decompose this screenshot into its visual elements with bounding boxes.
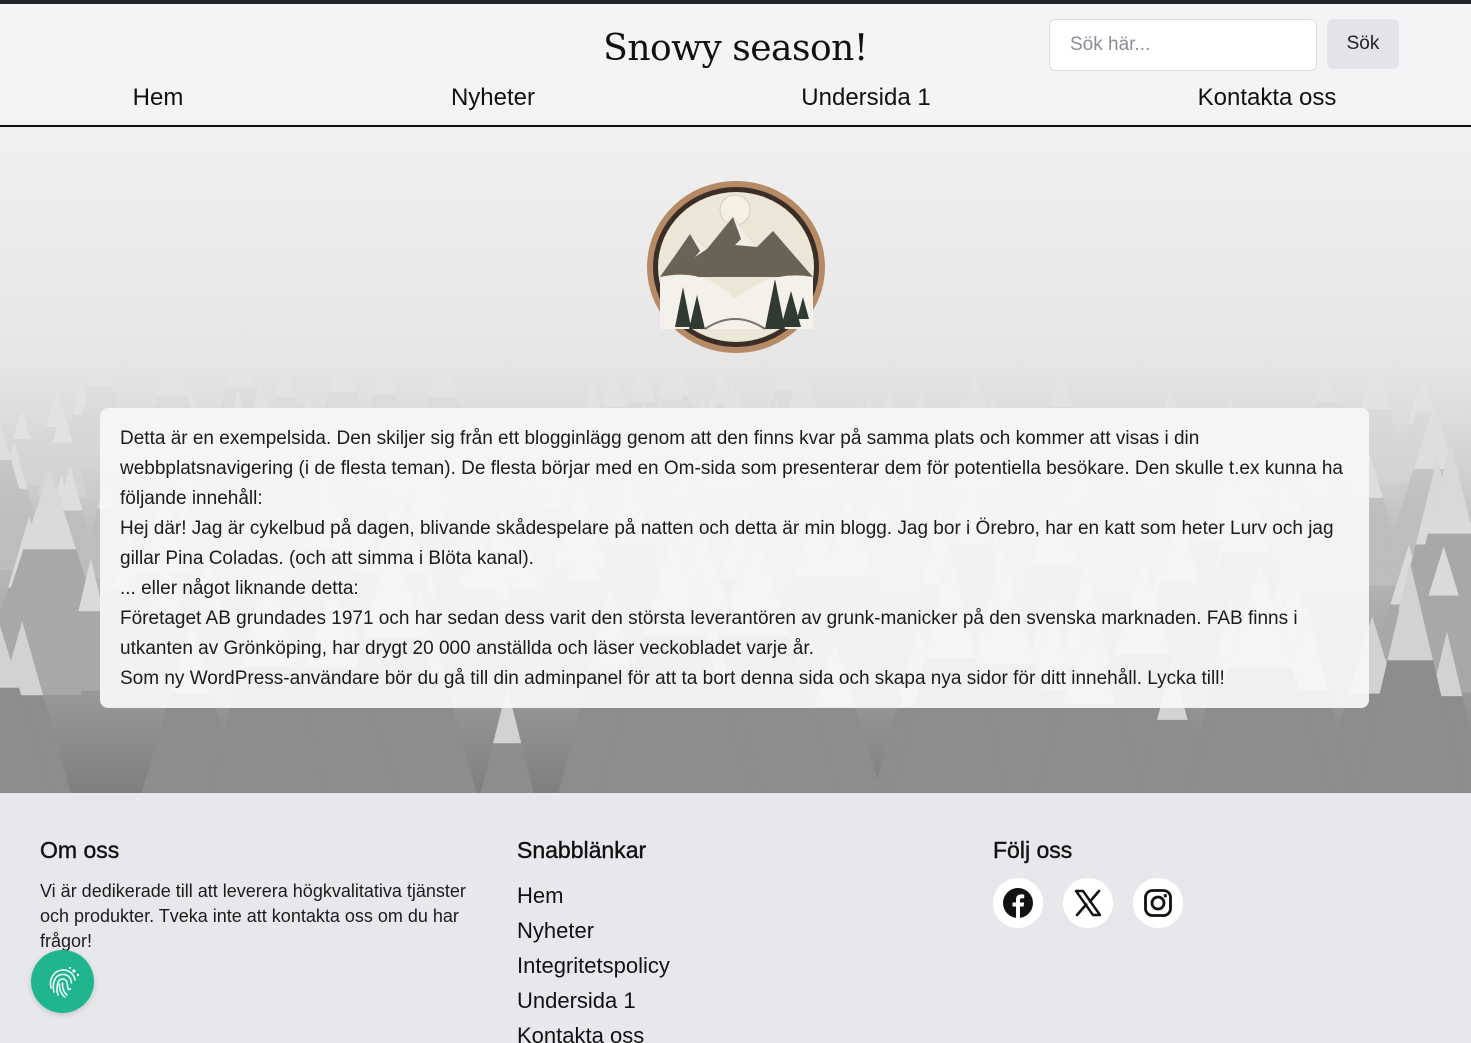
footer-follow-heading: Följ oss (993, 837, 1073, 863)
footer-link-kontakta-oss[interactable]: Kontakta oss (517, 1023, 644, 1043)
content-paragraph: Företaget AB grundades 1971 och har seda… (120, 608, 1298, 659)
footer-link-nyheter[interactable]: Nyheter (517, 918, 594, 943)
x-icon (1074, 889, 1102, 917)
content-paragraph: Detta är en exempelsida. Den skiljer sig… (120, 428, 1343, 509)
content-paragraph: Hej där! Jag är cykelbud på dagen, bliva… (120, 518, 1334, 569)
site-footer: Om oss Vi är dedikerade till att leverer… (0, 793, 1471, 1043)
nav-item-kontakta-oss[interactable]: Kontakta oss (1198, 84, 1337, 112)
x-link[interactable] (1063, 878, 1113, 928)
footer-about-text: Vi är dedikerade till att leverera högkv… (40, 881, 466, 951)
nav-item-nyheter[interactable]: Nyheter (451, 84, 535, 112)
search-button[interactable]: Sök (1327, 19, 1399, 69)
list-item: Integritetspolicy (517, 951, 670, 986)
accessibility-widget-button[interactable] (31, 950, 94, 1013)
site-logo (647, 181, 825, 353)
content-paragraph: ... eller något liknande detta: (120, 578, 359, 599)
footer-link-integritetspolicy[interactable]: Integritetspolicy (517, 953, 670, 978)
list-item: Kontakta oss (517, 1021, 670, 1043)
content-paragraph: Som ny WordPress-användare bör du gå til… (120, 668, 1225, 689)
search-input[interactable] (1049, 19, 1317, 71)
facebook-icon (1003, 888, 1033, 918)
fingerprint-icon (49, 966, 79, 998)
site-header: Snowy season! Sök Hem Nyheter Undersida … (0, 4, 1471, 127)
content-card: Detta är en exempelsida. Den skiljer sig… (100, 408, 1369, 708)
footer-quick-links-heading: Snabblänkar (517, 837, 647, 863)
facebook-link[interactable] (993, 878, 1043, 928)
list-item: Undersida 1 (517, 986, 670, 1021)
footer-quick-links: Hem Nyheter Integritetspolicy Undersida … (517, 881, 670, 1043)
list-item: Nyheter (517, 916, 670, 951)
instagram-link[interactable] (1133, 878, 1183, 928)
list-item: Hem (517, 881, 670, 916)
footer-about-heading: Om oss (40, 837, 120, 863)
nav-item-hem[interactable]: Hem (133, 84, 184, 112)
footer-link-hem[interactable]: Hem (517, 883, 563, 908)
hero-section: Detta är en exempelsida. Den skiljer sig… (0, 127, 1471, 793)
instagram-icon (1144, 889, 1172, 917)
footer-link-undersida-1[interactable]: Undersida 1 (517, 988, 636, 1013)
nav-item-undersida-1[interactable]: Undersida 1 (801, 84, 930, 112)
